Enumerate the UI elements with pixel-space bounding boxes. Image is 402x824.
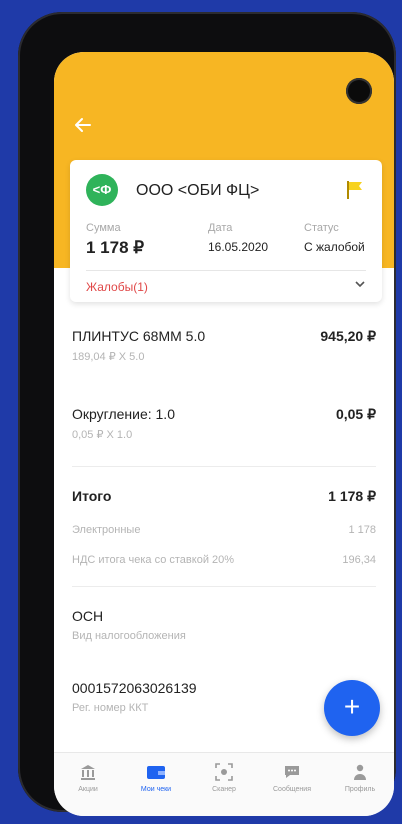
status-label: Статус: [304, 222, 339, 234]
tax-system: ОСН Вид налогообложения: [72, 608, 376, 642]
date-label: Дата: [208, 222, 233, 234]
list-item: ПЛИНТУС 68ММ 5.0 189,04 ₽ X 5.0 945,20 ₽: [72, 328, 376, 363]
card-divider: [86, 270, 366, 271]
total-row: Итого 1 178 ₽: [72, 488, 376, 504]
vat-row: НДС итога чека со ставкой 20% 196,34: [72, 554, 376, 566]
tab-label: Сообщения: [273, 786, 311, 793]
tax-value: ОСН: [72, 608, 104, 624]
receipt-card: <Ф ООО <ОБИ ФЦ> Сумма 1 178 ₽ Дата 16.05…: [70, 160, 382, 302]
complaints-link[interactable]: Жалобы(1): [86, 280, 148, 294]
item-name: Округление: 1.0: [72, 406, 175, 422]
item-amount: 945,20 ₽: [320, 328, 376, 344]
arrow-left-icon[interactable]: [72, 114, 94, 136]
flag-icon[interactable]: [346, 180, 364, 200]
total-value: 1 178 ₽: [328, 488, 376, 504]
wallet-icon: [126, 761, 186, 783]
chevron-down-icon[interactable]: [354, 278, 366, 293]
tab-profile[interactable]: Профиль: [330, 761, 390, 793]
date-value: 16.05.2020: [208, 240, 269, 254]
phone-frame: <Ф ООО <ОБИ ФЦ> Сумма 1 178 ₽ Дата 16.05…: [18, 12, 396, 816]
tab-messages[interactable]: Сообщения: [262, 761, 322, 793]
vat-value: 196,34: [342, 554, 376, 566]
electronic-label: Электронные: [72, 524, 141, 536]
section-divider: [72, 466, 376, 467]
electronic-value: 1 178: [348, 524, 376, 536]
tab-my-receipts[interactable]: Мои чеки: [126, 761, 186, 793]
chat-icon: [262, 761, 322, 783]
item-amount: 0,05 ₽: [335, 406, 376, 422]
tab-promotions[interactable]: Акции: [58, 761, 118, 793]
tax-label: Вид налогообложения: [72, 630, 186, 642]
add-button[interactable]: +: [324, 680, 380, 736]
scan-icon: [194, 761, 254, 783]
sum-value: 1 178 ₽: [86, 238, 145, 257]
list-item: Округление: 1.0 0,05 ₽ X 1.0 0,05 ₽: [72, 406, 376, 441]
org-logo: <Ф: [86, 174, 118, 206]
org-name: ООО <ОБИ ФЦ>: [136, 182, 260, 199]
vat-label: НДС итога чека со ставкой 20%: [72, 554, 235, 566]
status-value: С жалобой: [304, 240, 365, 254]
tab-label: Мои чеки: [140, 786, 172, 793]
tab-label: Сканер: [212, 786, 236, 793]
item-price-qty: 0,05 ₽ X 1.0: [72, 429, 133, 441]
tab-label: Акции: [78, 786, 98, 793]
electronic-row: Электронные 1 178: [72, 524, 376, 536]
tab-scanner[interactable]: Сканер: [194, 761, 254, 793]
app-screen: <Ф ООО <ОБИ ФЦ> Сумма 1 178 ₽ Дата 16.05…: [54, 52, 394, 816]
sum-label: Сумма: [86, 222, 121, 234]
front-camera: [346, 78, 372, 104]
bottom-tab-bar: Акции Мои чеки Сканер Сообщения Профиль: [54, 752, 394, 816]
section-divider: [72, 586, 376, 587]
item-price-qty: 189,04 ₽ X 5.0: [72, 351, 145, 363]
tab-label: Профиль: [344, 786, 376, 793]
bank-icon: [58, 761, 118, 783]
profile-icon: [330, 761, 390, 783]
